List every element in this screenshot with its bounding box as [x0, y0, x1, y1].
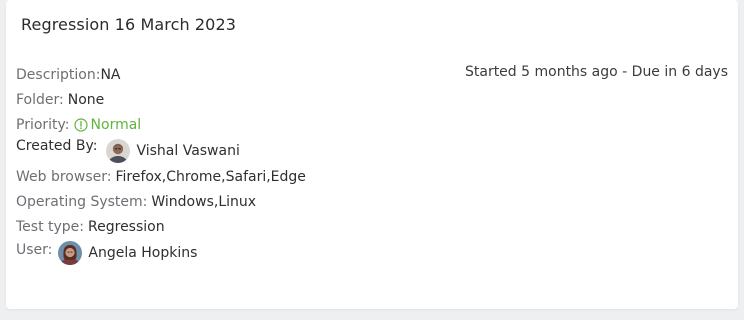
user-label: User:	[16, 242, 53, 258]
priority-value-wrap: Normal	[70, 116, 142, 133]
os-row: Operating System: Windows,Linux	[16, 189, 306, 214]
os-value: Windows,Linux	[151, 193, 257, 210]
description-value: NA	[100, 66, 121, 83]
test-type-row: Test type: Regression	[16, 214, 306, 239]
info-circle-icon	[73, 117, 88, 132]
test-type-label: Test type:	[16, 218, 85, 235]
description-row: Description: NA	[16, 62, 306, 87]
priority-value: Normal	[90, 116, 142, 133]
creator-avatar	[106, 138, 131, 163]
schedule-status: Started 5 months ago - Due in 6 days	[464, 64, 728, 80]
test-run-card: Regression 16 March 2023 Started 5 month…	[6, 0, 738, 309]
created-by-label: Created By:	[16, 138, 98, 154]
user-row: User: Angela Hopkins	[16, 239, 306, 266]
browser-label: Web browser:	[16, 168, 112, 185]
folder-label: Folder:	[16, 91, 64, 108]
details-list: Description: NA Folder: None Priority: N…	[16, 62, 306, 266]
test-type-value: Regression	[88, 218, 165, 235]
created-by-value: Vishal Vaswani	[136, 142, 240, 159]
os-label: Operating System:	[16, 193, 148, 210]
description-label: Description:	[16, 66, 101, 83]
user-avatar	[58, 240, 83, 265]
priority-label: Priority:	[16, 116, 70, 133]
priority-row: Priority: Normal	[16, 112, 306, 137]
browser-row: Web browser: Firefox,Chrome,Safari,Edge	[16, 164, 306, 189]
folder-row: Folder: None	[16, 87, 306, 112]
folder-value: None	[67, 91, 105, 108]
test-run-title: Regression 16 March 2023	[21, 15, 237, 34]
browser-value: Firefox,Chrome,Safari,Edge	[115, 168, 306, 185]
created-by-row: Created By: Vishal Vaswani	[16, 137, 306, 164]
user-value: Angela Hopkins	[88, 244, 198, 261]
